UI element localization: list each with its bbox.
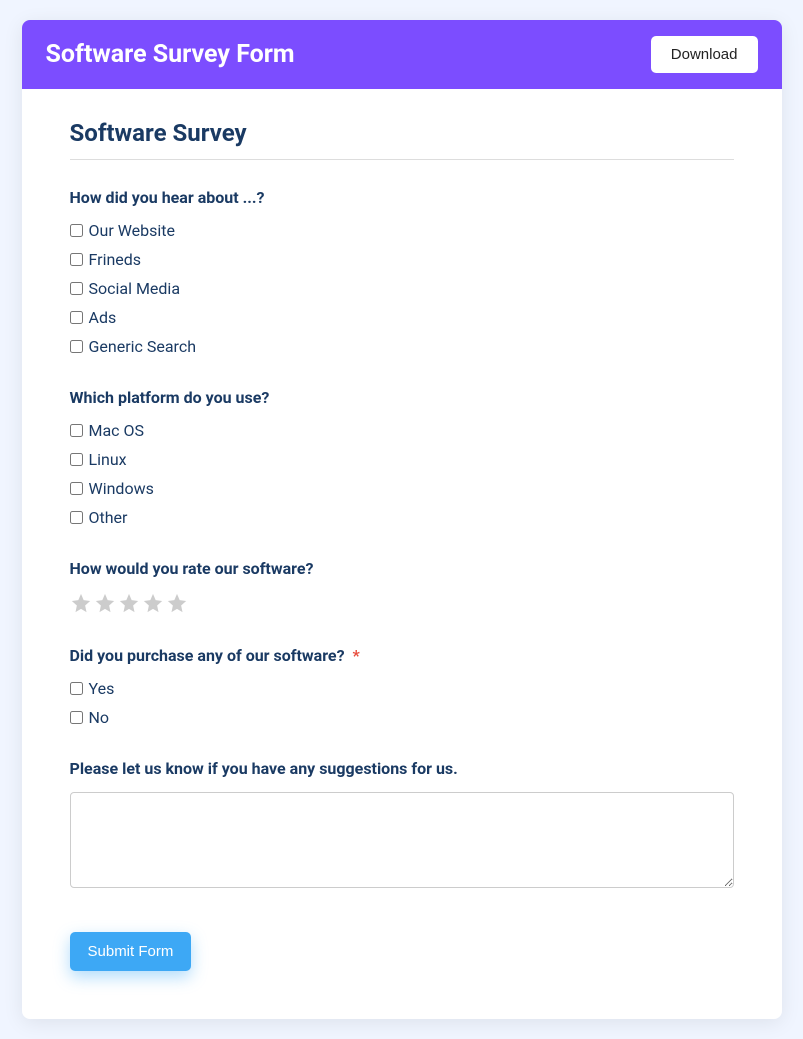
option-linux[interactable]: Linux [70, 450, 734, 469]
required-mark: * [353, 646, 360, 665]
option-label: Linux [89, 450, 127, 469]
question-label: Please let us know if you have any sugge… [70, 759, 734, 778]
option-macos[interactable]: Mac OS [70, 421, 734, 440]
survey-card: Software Survey Form Download Software S… [22, 20, 782, 1019]
question-purchase: Did you purchase any of our software? * … [70, 646, 734, 727]
checkbox[interactable] [70, 682, 83, 695]
checkbox[interactable] [70, 253, 83, 266]
option-label: Mac OS [89, 421, 145, 440]
option-label: No [89, 708, 110, 727]
option-other[interactable]: Other [70, 508, 734, 527]
checkbox[interactable] [70, 711, 83, 724]
form-content: Software Survey How did you hear about .… [22, 89, 782, 1019]
checkbox[interactable] [70, 282, 83, 295]
star-icon[interactable] [142, 592, 164, 614]
checkbox[interactable] [70, 311, 83, 324]
question-rating: How would you rate our software? [70, 559, 734, 614]
option-label: Our Website [89, 221, 176, 240]
option-windows[interactable]: Windows [70, 479, 734, 498]
question-label: How did you hear about ...? [70, 188, 734, 207]
question-label: How would you rate our software? [70, 559, 734, 578]
checkbox[interactable] [70, 224, 83, 237]
submit-button[interactable]: Submit Form [70, 932, 192, 971]
option-generic-search[interactable]: Generic Search [70, 337, 734, 356]
option-label: Frineds [89, 250, 142, 269]
star-icon[interactable] [94, 592, 116, 614]
option-yes[interactable]: Yes [70, 679, 734, 698]
option-ads[interactable]: Ads [70, 308, 734, 327]
question-label-text: Did you purchase any of our software? [70, 646, 345, 665]
form-title: Software Survey [70, 119, 734, 160]
option-label: Social Media [89, 279, 181, 298]
question-label: Which platform do you use? [70, 388, 734, 407]
checkbox[interactable] [70, 511, 83, 524]
download-button[interactable]: Download [651, 36, 758, 73]
header-title: Software Survey Form [46, 40, 295, 69]
question-label: Did you purchase any of our software? * [70, 646, 734, 665]
option-label: Ads [89, 308, 117, 327]
option-our-website[interactable]: Our Website [70, 221, 734, 240]
header: Software Survey Form Download [22, 20, 782, 89]
checkbox[interactable] [70, 340, 83, 353]
option-label: Other [89, 508, 128, 527]
checkbox[interactable] [70, 482, 83, 495]
suggestions-textarea[interactable] [70, 792, 734, 888]
question-platform: Which platform do you use? Mac OS Linux … [70, 388, 734, 527]
option-friends[interactable]: Frineds [70, 250, 734, 269]
star-icon[interactable] [118, 592, 140, 614]
option-social-media[interactable]: Social Media [70, 279, 734, 298]
option-label: Yes [89, 679, 115, 698]
checkbox[interactable] [70, 424, 83, 437]
star-icon[interactable] [166, 592, 188, 614]
star-rating [70, 592, 734, 614]
question-suggestions: Please let us know if you have any sugge… [70, 759, 734, 892]
question-hear-about: How did you hear about ...? Our Website … [70, 188, 734, 356]
option-no[interactable]: No [70, 708, 734, 727]
option-label: Generic Search [89, 337, 197, 356]
checkbox[interactable] [70, 453, 83, 466]
option-label: Windows [89, 479, 154, 498]
star-icon[interactable] [70, 592, 92, 614]
